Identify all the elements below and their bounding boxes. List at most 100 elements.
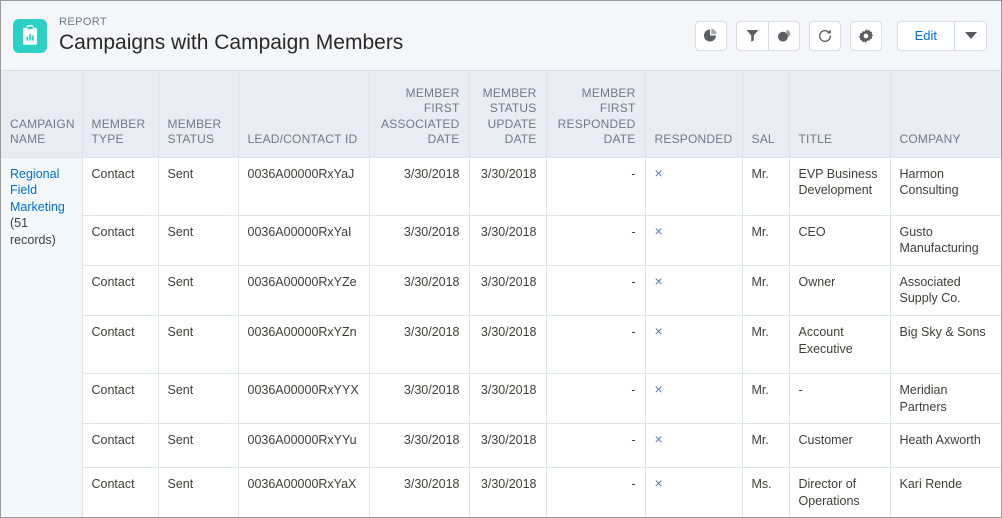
settings-button[interactable]: [849, 20, 882, 51]
conditional-formatting-button[interactable]: [767, 21, 799, 50]
table-row[interactable]: Contact Sent 0036A00000RxYYu 3/30/2018 3/30/…: [1, 423, 1001, 468]
cell-title: Account Executive: [789, 315, 891, 374]
cell-sal: Mr.: [742, 156, 790, 215]
cell-lead-contact-id: 0036A00000RxYaI: [238, 214, 370, 266]
cell-lead-contact-id: 0036A00000RxYaX: [238, 467, 370, 517]
report-page: REPORT Campaigns with Campaign Members E…: [0, 0, 1002, 518]
campaign-record-count: (51 records): [10, 216, 56, 247]
conditional-formatting-icon: [776, 28, 792, 44]
cell-responded: ×: [645, 423, 743, 468]
cell-member-type: Contact: [82, 315, 159, 374]
responded-false-icon: ×: [654, 475, 663, 492]
cell-first-associated-date: 3/30/2018: [369, 156, 470, 215]
report-table-container[interactable]: CAMPAIGN NAME MEMBER TYPE MEMBER STATUS …: [1, 71, 1001, 517]
cell-member-type: Contact: [82, 264, 159, 316]
cell-company: Heath Axworth: [890, 423, 1001, 468]
column-header-title[interactable]: TITLE: [789, 71, 891, 157]
campaign-name-link[interactable]: Regional Field Marketing: [10, 167, 65, 214]
responded-false-icon: ×: [654, 222, 663, 239]
column-header-company[interactable]: COMPANY: [890, 71, 1001, 157]
cell-first-responded-date: -: [546, 372, 646, 424]
cell-member-type: Contact: [82, 372, 159, 424]
cell-status-update-date: 3/30/2018: [469, 467, 547, 517]
column-header-sal[interactable]: SAL: [742, 71, 790, 157]
column-header-campaign-name[interactable]: CAMPAIGN NAME: [1, 71, 83, 157]
edit-button[interactable]: Edit: [898, 22, 954, 50]
cell-first-responded-date: -: [546, 423, 646, 468]
cell-sal: Mr.: [742, 372, 790, 424]
cell-first-associated-date: 3/30/2018: [369, 315, 470, 374]
column-header-member-type[interactable]: MEMBER TYPE: [82, 71, 159, 157]
cell-status-update-date: 3/30/2018: [469, 214, 547, 266]
page-title: Campaigns with Campaign Members: [59, 30, 404, 54]
column-header-lead-contact-id[interactable]: LEAD/CONTACT ID: [238, 71, 370, 157]
cell-member-status: Sent: [158, 467, 239, 517]
cell-company: Harmon Consulting: [890, 156, 1001, 215]
table-row[interactable]: Contact Sent 0036A00000RxYYX 3/30/2018 3/30/…: [1, 372, 1001, 424]
cell-company: Kari Rende: [890, 467, 1001, 517]
edit-button-group: Edit: [896, 20, 987, 51]
chart-icon: [703, 28, 718, 43]
column-header-member-status-update-date[interactable]: MEMBER STATUS UPDATE DATE: [469, 71, 547, 157]
report-header-bar: REPORT Campaigns with Campaign Members E…: [1, 1, 1001, 71]
table-header-row: CAMPAIGN NAME MEMBER TYPE MEMBER STATUS …: [1, 71, 1001, 157]
cell-member-type: Contact: [82, 214, 159, 266]
cell-member-type: Contact: [82, 156, 159, 215]
cell-sal: Mr.: [742, 315, 790, 374]
cell-member-status: Sent: [158, 214, 239, 266]
report-title-block: REPORT Campaigns with Campaign Members: [59, 17, 403, 54]
cell-responded: ×: [645, 372, 743, 424]
cell-status-update-date: 3/30/2018: [469, 423, 547, 468]
cell-responded: ×: [645, 264, 743, 316]
cell-company: Gusto Manufacturing: [890, 214, 1001, 266]
cell-title: Owner: [789, 264, 891, 316]
cell-sal: Mr.: [742, 264, 790, 316]
cell-lead-contact-id: 0036A00000RxYaJ: [238, 156, 370, 215]
responded-false-icon: ×: [654, 381, 663, 397]
responded-false-icon: ×: [654, 431, 663, 448]
cell-first-responded-date: -: [546, 467, 646, 517]
cell-sal: Mr.: [742, 214, 790, 266]
cell-title: Customer: [789, 423, 891, 468]
cell-status-update-date: 3/30/2018: [469, 264, 547, 316]
cell-first-associated-date: 3/30/2018: [369, 372, 470, 424]
chevron-down-icon: [964, 32, 977, 39]
report-toolbar: Edit: [694, 20, 989, 51]
refresh-icon: [817, 28, 833, 44]
breadcrumb-report-label: REPORT: [59, 16, 108, 29]
column-header-responded[interactable]: RESPONDED: [645, 71, 743, 157]
refresh-button[interactable]: [808, 20, 841, 51]
cell-responded: ×: [645, 214, 743, 266]
cell-first-associated-date: 3/30/2018: [369, 264, 470, 316]
chart-toggle-button[interactable]: [694, 20, 727, 51]
edit-menu-button[interactable]: [954, 21, 986, 50]
table-row[interactable]: Contact Sent 0036A00000RxYaI 3/30/2018 3/30/…: [1, 214, 1001, 266]
cell-first-responded-date: -: [546, 264, 646, 316]
cell-company: Associated Supply Co.: [890, 264, 1001, 316]
cell-lead-contact-id: 0036A00000RxYZn: [238, 315, 370, 374]
cell-title: EVP Business Development: [789, 156, 891, 215]
report-table: CAMPAIGN NAME MEMBER TYPE MEMBER STATUS …: [1, 71, 1001, 517]
cell-title: Director of Operations: [789, 467, 891, 517]
table-row[interactable]: Contact Sent 0036A00000RxYaX 3/30/2018 3/30/…: [1, 467, 1001, 517]
table-row[interactable]: Contact Sent 0036A00000RxYZn 3/30/2018 3/30/…: [1, 315, 1001, 374]
cell-lead-contact-id: 0036A00000RxYZe: [238, 264, 370, 316]
cell-responded: ×: [645, 315, 743, 374]
cell-lead-contact-id: 0036A00000RxYYX: [238, 372, 370, 424]
cell-company: Meridian Partners: [890, 372, 1001, 424]
filter-button[interactable]: [737, 22, 768, 50]
cell-first-responded-date: -: [546, 156, 646, 215]
cell-company: Big Sky & Sons: [890, 315, 1001, 374]
cell-member-status: Sent: [158, 264, 239, 316]
table-body: Regional Field Marketing (51 records) Cont…: [1, 156, 1001, 517]
table-row[interactable]: Regional Field Marketing (51 records) Cont…: [1, 156, 1001, 517]
cell-member-status: Sent: [158, 372, 239, 424]
column-header-member-status[interactable]: MEMBER STATUS: [158, 71, 239, 157]
cell-first-responded-date: -: [546, 214, 646, 266]
column-header-member-first-responded-date[interactable]: MEMBER FIRST RESPONDED DATE: [546, 71, 646, 157]
cell-member-status: Sent: [158, 315, 239, 374]
table-row[interactable]: Contact Sent 0036A00000RxYZe 3/30/2018 3/30/…: [1, 264, 1001, 316]
cell-first-associated-date: 3/30/2018: [369, 423, 470, 468]
column-header-member-first-associated-date[interactable]: MEMBER FIRST ASSOCIATED DATE: [369, 71, 470, 157]
cell-first-responded-date: -: [546, 315, 646, 374]
